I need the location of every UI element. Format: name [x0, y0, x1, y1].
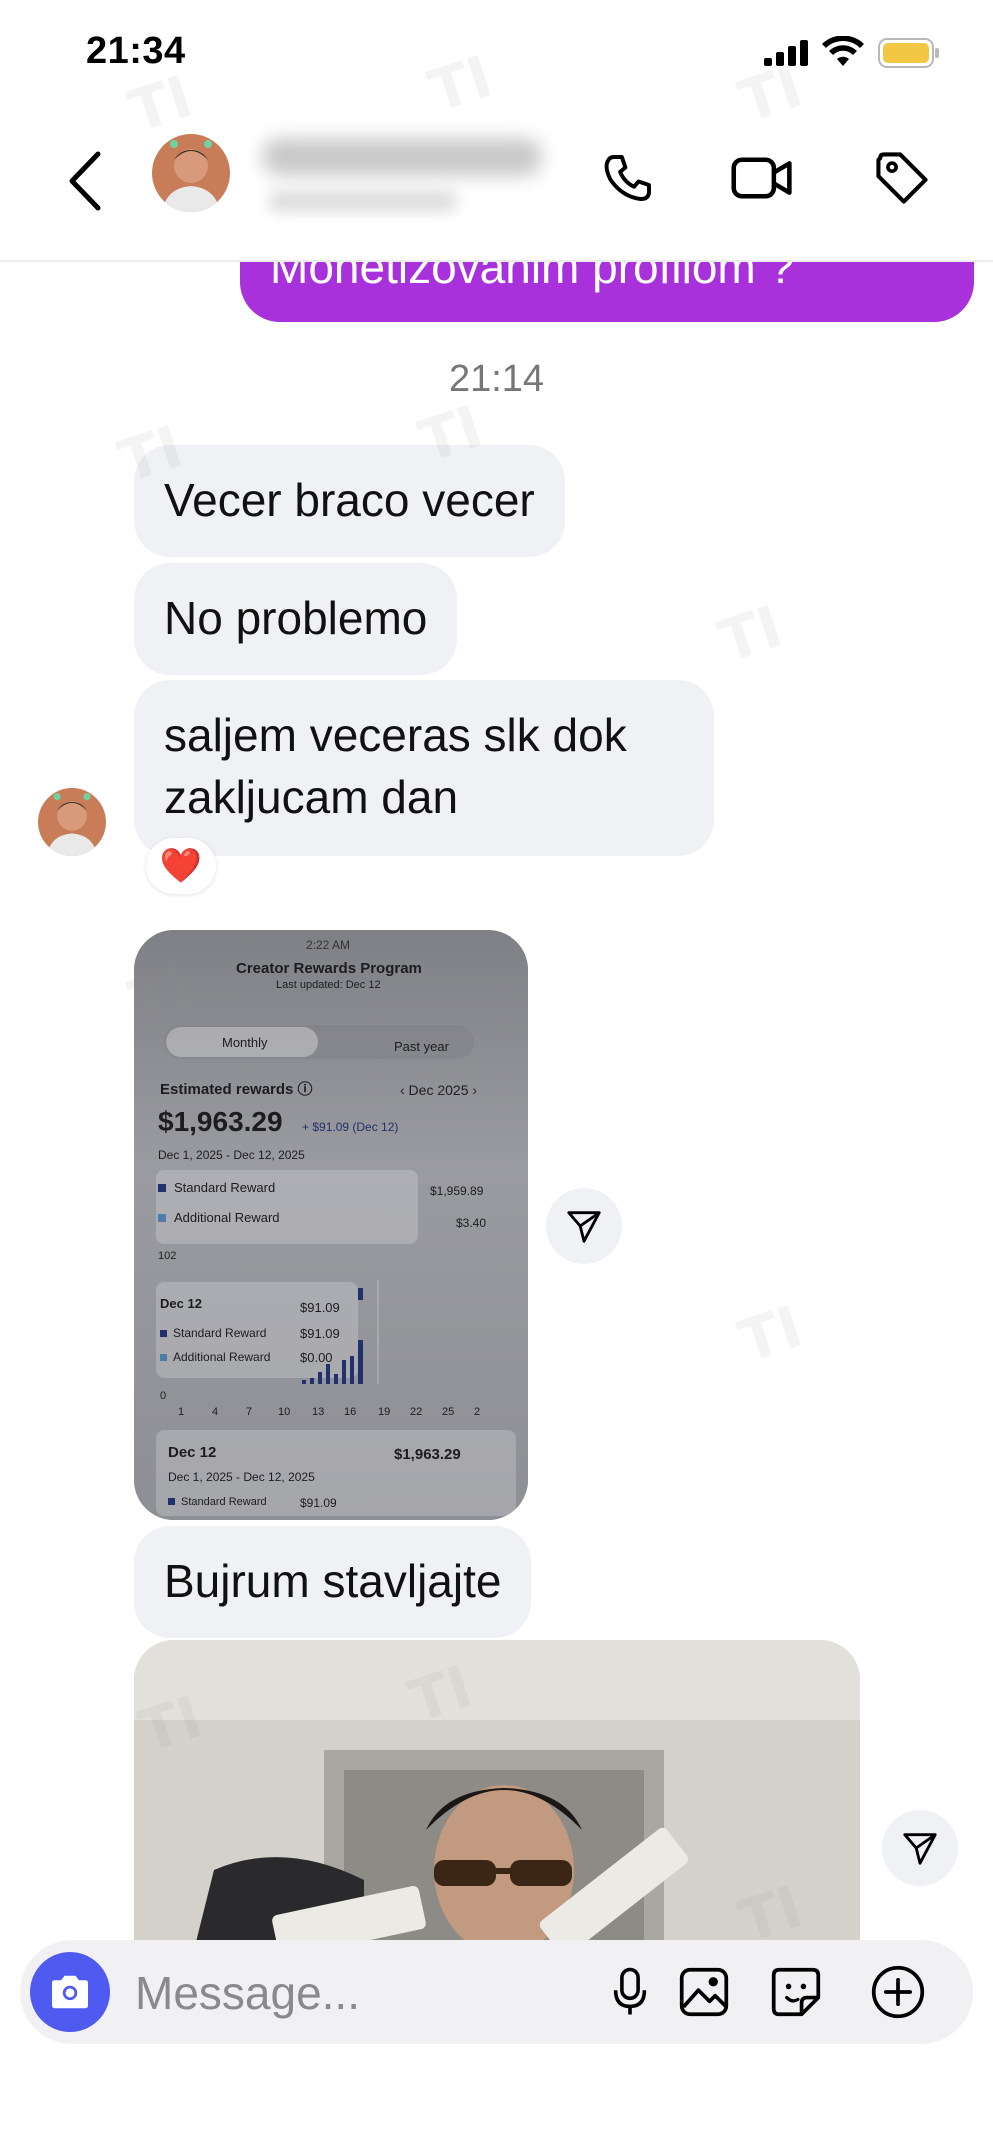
- watermark-text: TI: [730, 1292, 811, 1376]
- watermark-text: TI: [710, 592, 791, 676]
- image-footer-date: Dec 12: [168, 1444, 217, 1461]
- chevron-left-icon[interactable]: [62, 146, 108, 216]
- image-footer-standard-value: $91.09: [300, 1496, 337, 1510]
- image-delta: + $91.09 (Dec 12): [302, 1120, 399, 1134]
- sticker-icon[interactable]: [764, 1960, 828, 2024]
- signal-icon: [764, 40, 808, 66]
- camera-icon: [52, 1975, 88, 2009]
- gif-message[interactable]: [134, 1640, 860, 1950]
- battery-icon: [878, 38, 939, 68]
- image-updated: Last updated: Dec 12: [276, 979, 381, 991]
- home-area: [0, 2050, 993, 2149]
- image-title: Creator Rewards Program: [236, 960, 422, 977]
- image-range: Dec 1, 2025 - Dec 12, 2025: [158, 1148, 305, 1162]
- camera-button[interactable]: [30, 1952, 110, 2032]
- plus-icon[interactable]: [866, 1960, 930, 2024]
- image-footer-amount: $1,963.29: [394, 1446, 461, 1463]
- chat-header: [0, 110, 993, 262]
- message-input[interactable]: Message...: [135, 1966, 360, 2020]
- video-camera-icon[interactable]: [728, 144, 796, 212]
- send-icon: [903, 1833, 937, 1865]
- image-footer-range: Dec 1, 2025 - Dec 12, 2025: [168, 1470, 315, 1484]
- status-time: 21:34: [86, 30, 186, 72]
- message-composer: Message...: [20, 1940, 973, 2044]
- screenshot-image: 2:22 AM Creator Rewards Program Last upd…: [134, 930, 528, 1520]
- gallery-icon[interactable]: [672, 1960, 736, 2024]
- image-tab-past-year: Past year: [394, 1039, 449, 1054]
- contact-name-blurred[interactable]: [262, 138, 542, 176]
- image-status-time: 2:22 AM: [306, 938, 351, 952]
- share-button[interactable]: [546, 1188, 622, 1264]
- heart-reaction[interactable]: ❤️: [146, 838, 216, 894]
- image-estimated-label: Estimated rewards ⓘ: [160, 1081, 313, 1098]
- send-icon: [567, 1211, 601, 1243]
- image-standard-label: Standard Reward: [158, 1180, 275, 1195]
- contact-status-blurred: [268, 190, 458, 212]
- contact-avatar[interactable]: [152, 134, 230, 212]
- image-additional-value: $3.40: [456, 1216, 487, 1230]
- wifi-icon: [822, 36, 864, 66]
- image-tab-monthly: Monthly: [222, 1035, 268, 1050]
- phone-icon[interactable]: [594, 144, 662, 212]
- image-bar-chart: [302, 1280, 379, 1384]
- status-bar: 21:34: [0, 0, 993, 110]
- received-message[interactable]: saljem veceras slk dok zakljucam dan: [134, 680, 714, 856]
- sender-avatar[interactable]: [38, 788, 106, 856]
- image-footer-standard: Standard Reward: [168, 1496, 267, 1508]
- microphone-icon[interactable]: [598, 1960, 662, 2024]
- image-standard-value: $1,959.89: [430, 1184, 484, 1198]
- image-axis-zero: 0: [160, 1390, 167, 1402]
- received-message[interactable]: Vecer braco vecer: [134, 445, 565, 557]
- image-additional-label: Additional Reward: [158, 1210, 280, 1225]
- received-message[interactable]: No problemo: [134, 563, 458, 675]
- gif-image: [134, 1640, 860, 1950]
- image-amount: $1,963.29: [158, 1106, 283, 1137]
- received-message[interactable]: Bujrum stavljajte: [134, 1526, 532, 1638]
- tag-icon[interactable]: [868, 144, 936, 212]
- image-month: ‹ Dec 2025 ›: [400, 1082, 478, 1098]
- message-timestamp: 21:14: [448, 358, 545, 400]
- share-button[interactable]: [882, 1810, 958, 1886]
- screenshot-image-message[interactable]: 2:22 AM Creator Rewards Program Last upd…: [134, 930, 528, 1520]
